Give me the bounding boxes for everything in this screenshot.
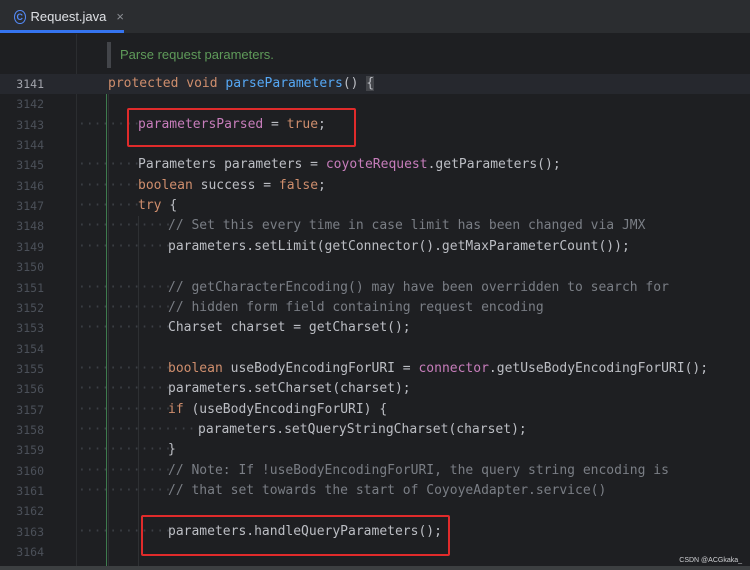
whitespace-dots: ············ xyxy=(78,360,172,376)
code-text: // Set this every time in case limit has… xyxy=(168,218,646,234)
code-line[interactable]: 3144 xyxy=(0,135,750,155)
code-text: // Note: If !useBodyEncodingForURI, the … xyxy=(168,462,669,478)
highlight-box-handle-query-parameters xyxy=(141,515,450,556)
status-bar-edge xyxy=(0,566,750,570)
tab-label: Request.java xyxy=(30,9,107,24)
whitespace-dots: ················ xyxy=(78,421,204,437)
code-text: Parameters parameters = coyoteRequest.ge… xyxy=(138,157,561,173)
whitespace-dots: ············ xyxy=(78,381,172,397)
code-text: parameters.setQueryStringCharset(charset… xyxy=(198,421,527,437)
line-number: 3155 xyxy=(16,361,44,376)
line-number: 3151 xyxy=(16,280,44,295)
line-number: 3153 xyxy=(16,321,44,336)
code-line[interactable]: 3161 ············// that set towards the … xyxy=(0,481,750,501)
code-text: } xyxy=(168,442,176,458)
whitespace-dots: ············ xyxy=(78,238,172,254)
line-number: 3158 xyxy=(16,422,44,437)
code-line[interactable]: 3155 ············ boolean useBodyEncodingF… xyxy=(0,359,750,379)
doc-comment: Parse request parameters. xyxy=(120,47,274,62)
code-line[interactable]: 3146 ········ boolean success = false; xyxy=(0,176,750,196)
line-number: 3162 xyxy=(16,504,44,519)
code-text: Charset charset = getCharset(); xyxy=(168,320,411,336)
whitespace-dots: ········ xyxy=(78,157,141,173)
line-number: 3141 xyxy=(16,77,44,91)
whitespace-dots: ············ xyxy=(78,299,172,315)
line-number: 3163 xyxy=(16,524,44,539)
line-number: 3145 xyxy=(16,158,44,173)
whitespace-dots: ········ xyxy=(78,177,141,193)
line-number: 3146 xyxy=(16,178,44,193)
line-number: 3156 xyxy=(16,382,44,397)
whitespace-dots: ········ xyxy=(78,198,141,214)
close-icon[interactable]: × xyxy=(116,9,124,24)
code-text: protected void parseParameters() { xyxy=(108,76,375,91)
vcs-change-marker xyxy=(106,94,107,566)
code-line[interactable]: 3148 ············// Set this every time i… xyxy=(0,216,750,236)
indent-guide xyxy=(138,216,139,566)
line-number: 3149 xyxy=(16,239,44,254)
code-text: boolean useBodyEncodingForURI = connecto… xyxy=(168,360,709,376)
code-line[interactable]: 3151 ············// getCharacterEncoding(… xyxy=(0,278,750,298)
whitespace-dots: ············ xyxy=(78,462,172,478)
code-text: parameters.setLimit(getConnector().getMa… xyxy=(168,238,630,254)
line-number: 3152 xyxy=(16,300,44,315)
whitespace-dots: ············ xyxy=(78,279,172,295)
line-number: 3161 xyxy=(16,484,44,498)
code-text: // hidden form field containing request … xyxy=(168,299,544,315)
code-line[interactable]: 3153 ············ Charset charset = getCha… xyxy=(0,318,750,338)
code-text: boolean success = false; xyxy=(138,177,326,193)
code-line[interactable]: 3141 protected void parseParameters() { xyxy=(0,74,750,94)
editor-tab-bar: C Request.java × xyxy=(0,0,750,34)
line-number: 3144 xyxy=(16,138,44,153)
whitespace-dots: ············ xyxy=(78,218,172,234)
code-line[interactable]: 3143 ········ parametersParsed = true; xyxy=(0,115,750,135)
code-line[interactable]: 3159 ············} xyxy=(0,440,750,460)
java-class-icon: C xyxy=(14,9,26,24)
code-line[interactable]: 3142 xyxy=(0,94,750,114)
line-number: 3164 xyxy=(16,545,44,560)
line-number: 3148 xyxy=(16,219,44,234)
line-number: 3147 xyxy=(16,199,44,214)
code-text: if (useBodyEncodingForURI) { xyxy=(168,401,388,417)
highlight-box-parameters-parsed xyxy=(127,108,356,147)
line-number: 3142 xyxy=(16,97,44,112)
code-line[interactable]: 3145 ········ Parameters parameters = coyo… xyxy=(0,155,750,175)
doc-comment-strip xyxy=(107,42,111,68)
code-text: // that set towards the start of CoyoyeA… xyxy=(168,483,607,498)
code-line[interactable]: 3157 ············ if (useBodyEncodingForUR… xyxy=(0,400,750,420)
line-number: 3150 xyxy=(16,260,44,275)
code-line[interactable]: 3149 ············ parameters.setLimit(getC… xyxy=(0,237,750,257)
line-number: 3160 xyxy=(16,463,44,478)
code-text: try { xyxy=(138,198,178,214)
code-line[interactable]: 3147 ········ try { xyxy=(0,196,750,216)
tab-request-java[interactable]: C Request.java × xyxy=(0,0,124,33)
line-number: 3159 xyxy=(16,443,44,458)
code-editor[interactable]: Parse request parameters. 3141 protected … xyxy=(0,34,750,566)
active-tab-indicator xyxy=(0,30,124,33)
line-number: 3143 xyxy=(16,117,44,132)
code-line[interactable]: 3160 ············// Note: If !useBodyEnco… xyxy=(0,461,750,481)
whitespace-dots: ············ xyxy=(78,320,172,336)
code-line[interactable]: 3154 xyxy=(0,339,750,359)
code-line[interactable]: 3156 ············ parameters.setCharset(ch… xyxy=(0,379,750,399)
code-text: // getCharacterEncoding() may have been … xyxy=(168,279,669,295)
code-text: parameters.setCharset(charset); xyxy=(168,381,411,397)
whitespace-dots: ············ xyxy=(78,442,172,458)
indent-guide xyxy=(108,94,109,566)
whitespace-dots: ············ xyxy=(78,401,172,417)
code-line[interactable]: 3150 xyxy=(0,257,750,277)
line-number: 3154 xyxy=(16,341,44,356)
line-number: 3157 xyxy=(16,402,44,417)
code-line[interactable]: 3152 ············// hidden form field con… xyxy=(0,298,750,318)
watermark: CSDN @ACGkaka_ xyxy=(679,557,742,564)
code-line[interactable]: 3158 ················ parameters.setQueryS… xyxy=(0,420,750,440)
whitespace-dots: ············ xyxy=(78,483,172,498)
